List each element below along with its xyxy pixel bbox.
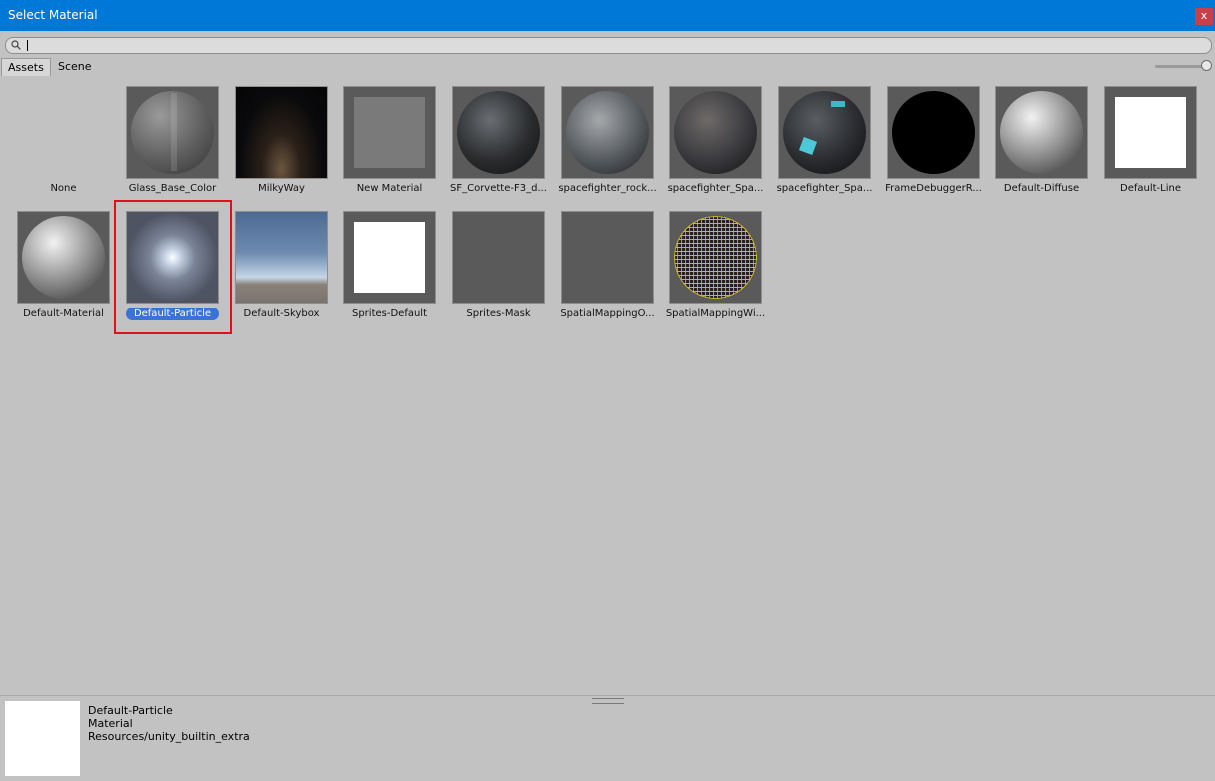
asset-item[interactable]: Default-Line	[1096, 86, 1205, 206]
asset-item[interactable]: Default-Diffuse	[987, 86, 1096, 206]
window-title: Select Material	[8, 8, 98, 22]
asset-item[interactable]: SpatialMappingO...	[553, 211, 662, 331]
asset-item[interactable]: SF_Corvette-F3_d...	[444, 86, 553, 206]
asset-thumbnail	[1104, 86, 1197, 179]
asset-label: Default-Diffuse	[1003, 183, 1080, 194]
asset-item[interactable]: FrameDebuggerR...	[879, 86, 988, 206]
asset-thumbnail	[343, 211, 436, 304]
preview-thumbnail	[5, 701, 80, 776]
asset-label: SpatialMappingO...	[560, 308, 655, 319]
asset-label: spacefighter_Spa...	[667, 183, 764, 194]
text-caret	[27, 40, 28, 51]
asset-thumbnail	[235, 211, 328, 304]
asset-label: New Material	[356, 183, 423, 194]
asset-thumbnail	[887, 86, 980, 179]
resize-handle[interactable]	[592, 698, 624, 704]
asset-thumbnail	[17, 211, 110, 304]
asset-item[interactable]: Sprites-Default	[335, 211, 444, 331]
asset-thumbnail	[561, 211, 654, 304]
asset-item[interactable]: Sprites-Mask	[444, 211, 553, 331]
asset-label: spacefighter_rock...	[558, 183, 657, 194]
asset-thumbnail	[343, 86, 436, 179]
asset-thumbnail	[778, 86, 871, 179]
asset-label: Default-Line	[1120, 183, 1181, 194]
asset-label: SF_Corvette-F3_d...	[450, 183, 547, 194]
title-bar: Select Material x	[0, 0, 1215, 31]
asset-thumbnail	[995, 86, 1088, 179]
zoom-slider-track[interactable]	[1155, 65, 1205, 68]
asset-label: Glass_Base_Color	[128, 183, 217, 194]
preview-panel: Default-Particle Material Resources/unit…	[0, 695, 1215, 781]
asset-label: Default-Skybox	[243, 308, 320, 319]
asset-item[interactable]: spacefighter_Spa...	[661, 86, 770, 206]
selection-path: Resources/unity_builtin_extra	[88, 730, 250, 743]
asset-label: MilkyWay	[258, 183, 305, 194]
asset-item[interactable]: spacefighter_Spa...	[770, 86, 879, 206]
search-icon	[11, 40, 21, 50]
selection-info: Default-Particle Material Resources/unit…	[88, 704, 250, 743]
asset-thumbnail	[669, 211, 762, 304]
asset-thumbnail	[126, 86, 219, 179]
tab-scene[interactable]: Scene	[52, 58, 98, 75]
asset-item[interactable]: Default-Material	[9, 211, 118, 331]
asset-item[interactable]: MilkyWay	[227, 86, 336, 206]
asset-label: FrameDebuggerR...	[885, 183, 982, 194]
close-button[interactable]: x	[1195, 8, 1213, 25]
asset-label: None	[50, 183, 77, 194]
asset-label: Default-Material	[23, 308, 104, 319]
asset-item[interactable]: New Material	[335, 86, 444, 206]
tab-assets[interactable]: Assets	[1, 58, 51, 76]
selection-name: Default-Particle	[88, 704, 173, 717]
selection-type: Material	[88, 717, 133, 730]
asset-item[interactable]: SpatialMappingWi...	[661, 211, 770, 331]
asset-thumbnail	[452, 211, 545, 304]
asset-thumbnail	[452, 86, 545, 179]
asset-thumbnail	[669, 86, 762, 179]
asset-label: Sprites-Mask	[466, 308, 531, 319]
asset-item[interactable]: spacefighter_rock...	[553, 86, 662, 206]
asset-label: SpatialMappingWi...	[665, 308, 766, 319]
selection-highlight	[114, 200, 232, 334]
asset-label: Sprites-Default	[351, 308, 427, 319]
asset-thumbnail	[235, 86, 328, 179]
asset-item[interactable]: None	[9, 86, 118, 206]
asset-item[interactable]: Glass_Base_Color	[118, 86, 227, 206]
asset-thumbnail	[561, 86, 654, 179]
zoom-slider-handle[interactable]	[1201, 60, 1212, 71]
asset-label: spacefighter_Spa...	[776, 183, 873, 194]
asset-item[interactable]: Default-Skybox	[227, 211, 336, 331]
search-input[interactable]	[5, 37, 1212, 54]
